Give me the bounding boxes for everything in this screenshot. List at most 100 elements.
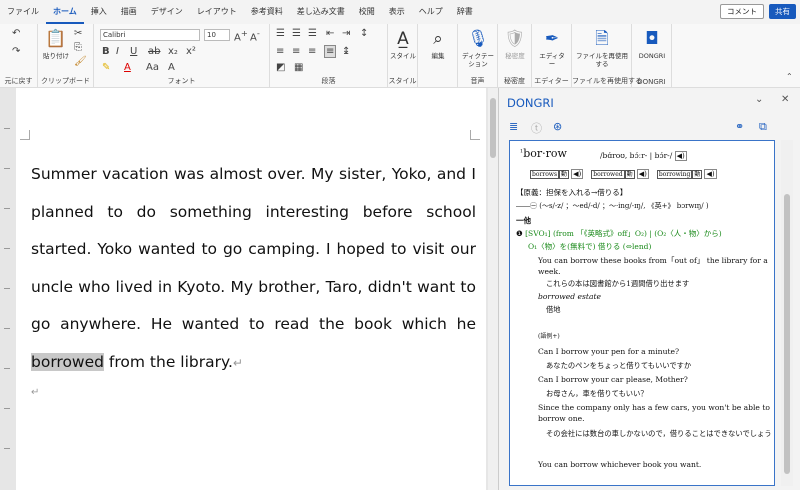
word-form[interactable]: borrows 動 ◀) <box>530 169 584 179</box>
share-button[interactable]: 共有 <box>769 4 796 19</box>
font-name-combo[interactable]: Calibri <box>100 29 200 41</box>
selected-word[interactable]: borrowed <box>31 352 104 371</box>
edit-group: ⌕ 編集 <box>418 24 458 88</box>
multilevel-icon[interactable]: ☰ <box>308 28 317 39</box>
pron-text: /bɑ́roʊ, bɔ́ːr- | bɔ́r-/ <box>600 151 673 160</box>
close-icon[interactable]: ✕ <box>781 94 789 105</box>
align-right-icon[interactable]: ≡ <box>308 46 316 57</box>
copy-icon[interactable]: ⎘ <box>74 42 82 53</box>
speaker-icon[interactable]: ◀) <box>571 169 584 179</box>
align-center-icon[interactable]: ≡ <box>292 46 300 57</box>
tab-7[interactable]: 差し込み文書 <box>290 0 352 24</box>
dongri-panel: DONGRI ⌄ ✕ ≣ ⓣ ⊛ ⚭ ⧉ 1bor·row /bɑ́roʊ, b… <box>498 88 800 490</box>
document-page[interactable]: Summer vacation was almost over. My sist… <box>16 88 486 490</box>
edit-btn-label: 編集 <box>431 52 445 60</box>
collapse-ribbon-icon[interactable]: ⌃ <box>786 72 793 81</box>
increase-indent-icon[interactable]: ⇥ <box>342 28 350 39</box>
paste-button[interactable]: 📋 貼り付け <box>42 28 70 60</box>
tab-1[interactable]: ホーム <box>46 0 84 24</box>
editor-button[interactable]: ✒ エディター <box>536 28 568 68</box>
sense-line: ❶ [SVO₁] (from 「《英略式》off」O₂) | (O₂〈人・物〉か… <box>516 228 722 239</box>
ruler-mark <box>4 128 10 129</box>
justify-icon[interactable]: ≡ <box>324 45 337 58</box>
highlight-icon[interactable]: ✎ <box>102 62 110 73</box>
dictation-button[interactable]: 🎙 ディクテーション <box>460 28 496 68</box>
tab-9[interactable]: 表示 <box>382 0 412 24</box>
font-icon-a[interactable]: A <box>168 62 175 73</box>
inflection: ――㊀ (〜s/-z/ ；〜ed/-d/ ；〜·ing/-ɪŋ/, 《英+》 b… <box>516 202 709 210</box>
headword-text: bor·row <box>523 147 567 160</box>
panel-scroll-thumb[interactable] <box>784 194 790 474</box>
comment-button[interactable]: コメント <box>720 4 764 19</box>
speaker-icon[interactable]: ◀) <box>674 151 687 161</box>
example-en: You can borrow these books from「out of」 … <box>538 256 768 276</box>
font-group: Calibri 10 A+ A- B I U ab x₂ x² ✎ A Aa A… <box>94 24 270 88</box>
styles-button[interactable]: A̲ スタイル <box>390 28 416 60</box>
dongri-button[interactable]: ◘ DONGRI <box>636 28 668 60</box>
dictation-btn-label: ディクテーション <box>461 52 495 68</box>
subscript-icon[interactable]: x₂ <box>168 46 178 57</box>
scroll-thumb[interactable] <box>490 98 496 158</box>
decrease-indent-icon[interactable]: ⇤ <box>326 28 334 39</box>
dictionary-entry: 1bor·row /bɑ́roʊ, bɔ́ːr- | bɔ́r-/ ◀) bor… <box>509 140 775 486</box>
bullets-icon[interactable]: ☰ <box>276 28 285 39</box>
grow-font-icon[interactable]: A+ <box>234 28 248 43</box>
tab-11[interactable]: 辞書 <box>450 0 480 24</box>
strikethrough-icon[interactable]: ab <box>148 46 160 57</box>
margin-corner <box>470 130 480 140</box>
underline-icon[interactable]: U <box>130 46 137 57</box>
panel-scrollbar[interactable] <box>781 140 793 486</box>
undo-icon[interactable]: ↶ <box>12 28 20 39</box>
tab-10[interactable]: ヘルプ <box>412 0 450 24</box>
link-icon[interactable]: ⚭ <box>735 120 744 133</box>
reuse-group: 🗎 ファイルを再使用する ファイルを再使用する <box>572 24 642 88</box>
format-painter-icon[interactable]: 🖌 <box>74 56 87 67</box>
align-left-icon[interactable]: ≡ <box>276 46 284 57</box>
italic-icon[interactable]: I <box>116 46 119 57</box>
sensitivity-icon: 🛡 <box>504 29 526 49</box>
panel-menu-icon[interactable]: ⌄ <box>755 94 763 105</box>
font-color-icon[interactable]: A <box>124 62 131 73</box>
sensitivity-btn-label: 秘密度 <box>505 52 525 60</box>
tab-0[interactable]: ファイル <box>0 0 46 24</box>
numbering-icon[interactable]: ☰ <box>292 28 301 39</box>
tab-5[interactable]: レイアウト <box>190 0 244 24</box>
timer-icon[interactable]: ⓣ <box>531 120 542 136</box>
ribbon: ↶ ↷ 元に戻す 📋 貼り付け ✂ ⎘ 🖌 クリップボード Calibri 10… <box>0 24 800 88</box>
document-body[interactable]: Summer vacation was almost over. My sist… <box>31 156 476 403</box>
reuse-label: ファイルを再使用する <box>572 77 642 85</box>
word-form[interactable]: borrowing 動 ◀) <box>656 169 717 179</box>
edit-button[interactable]: ⌕ 編集 <box>424 28 452 60</box>
open-external-icon[interactable]: ⧉ <box>759 120 767 134</box>
tab-4[interactable]: デザイン <box>144 0 190 24</box>
sort-icon[interactable]: ↕ <box>360 28 368 39</box>
tab-3[interactable]: 描画 <box>114 0 144 24</box>
reuse-btn-label: ファイルを再使用する <box>576 52 628 68</box>
shading-icon[interactable]: ◩ <box>276 62 285 73</box>
tab-6[interactable]: 参考資料 <box>244 0 290 24</box>
bold-icon[interactable]: B <box>102 46 110 57</box>
ruler-mark <box>4 168 10 169</box>
reuse-files-button[interactable]: 🗎 ファイルを再使用する <box>576 28 628 68</box>
speaker-icon[interactable]: ◀) <box>704 169 717 179</box>
speaker-icon[interactable]: ◀) <box>636 169 649 179</box>
styles-btn-label: スタイル <box>390 52 416 60</box>
redo-icon[interactable]: ↷ <box>12 46 20 57</box>
sensitivity-button[interactable]: 🛡 秘密度 <box>500 28 530 60</box>
shrink-font-icon[interactable]: A- <box>250 28 260 43</box>
tab-8[interactable]: 校閲 <box>352 0 382 24</box>
document-scrollbar[interactable] <box>488 88 498 490</box>
example-jp: その会社には数台の車しかないので，借りることはできないでしょう <box>546 429 772 438</box>
font-size-combo[interactable]: 10 <box>204 29 230 41</box>
download-icon[interactable]: ⊛ <box>553 120 562 133</box>
cut-icon[interactable]: ✂ <box>74 28 82 39</box>
history-icon[interactable]: ≣ <box>509 120 518 133</box>
line-spacing-icon[interactable]: ↨ <box>342 46 350 57</box>
word-form[interactable]: borrowed 動 ◀) <box>591 169 649 179</box>
superscript-icon[interactable]: x² <box>186 46 196 57</box>
change-case-icon[interactable]: Aa <box>146 62 159 73</box>
example-en: borrowed estate <box>538 292 602 301</box>
borders-icon[interactable]: ▦ <box>294 62 303 73</box>
editor-pen-icon: ✒ <box>544 29 560 49</box>
tab-2[interactable]: 挿入 <box>84 0 114 24</box>
